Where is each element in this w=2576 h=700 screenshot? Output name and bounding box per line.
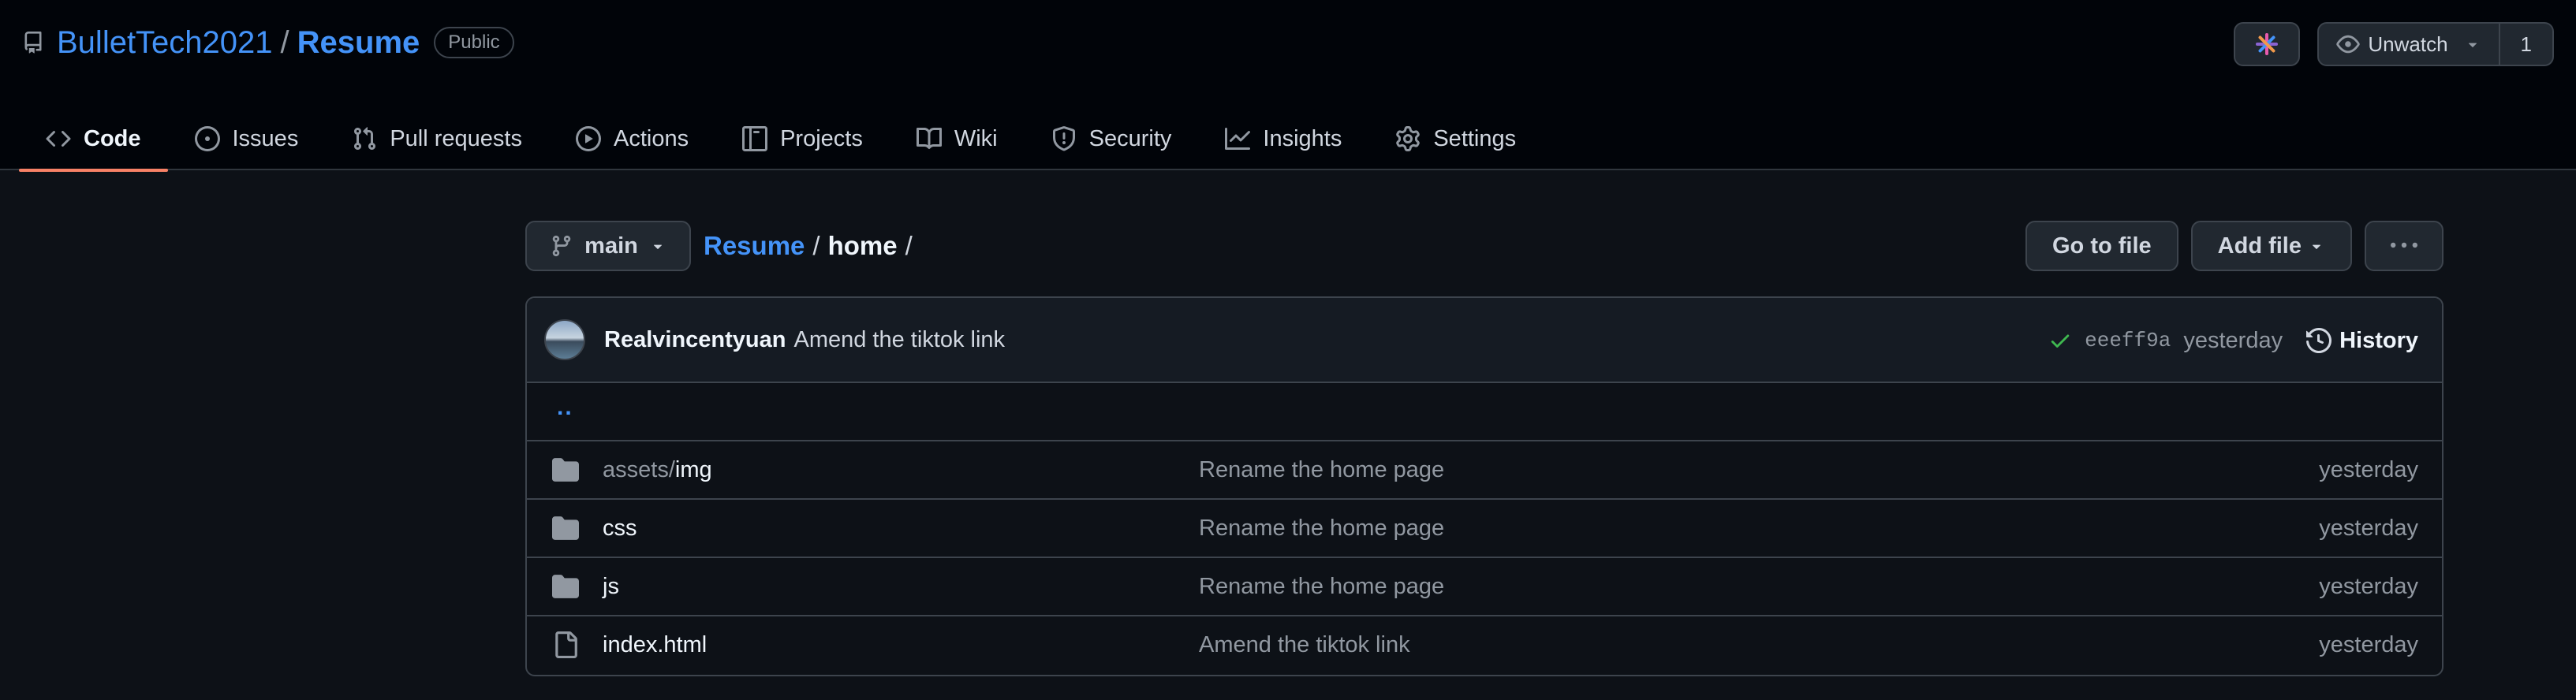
- pull-request-icon: [354, 127, 376, 151]
- tab-code[interactable]: Code: [19, 107, 168, 172]
- tab-projects[interactable]: Projects: [715, 107, 890, 170]
- tab-label: Code: [84, 125, 141, 151]
- file-commit-time: yesterday: [2319, 631, 2418, 657]
- tab-settings[interactable]: Settings: [1368, 107, 1543, 170]
- breadcrumb-current: home: [827, 231, 898, 260]
- repo-owner-link[interactable]: BulletTech2021: [57, 25, 273, 61]
- tab-pull-requests[interactable]: Pull requests: [325, 107, 549, 170]
- latest-commit-bar: Realvincentyuan Amend the tiktok link ee…: [527, 298, 2442, 383]
- tab-insights[interactable]: Insights: [1198, 107, 1368, 170]
- file-commit-time: yesterday: [2319, 456, 2418, 482]
- tab-label: Wiki: [954, 125, 998, 151]
- tab-label: Issues: [232, 125, 299, 151]
- tab-issues[interactable]: Issues: [168, 107, 326, 170]
- file-name-link[interactable]: css: [603, 516, 637, 542]
- caret-down-icon: [2312, 244, 2321, 249]
- more-options-button[interactable]: [2365, 221, 2443, 271]
- file-commit-time: yesterday: [2319, 573, 2418, 599]
- add-file-button[interactable]: Add file: [2190, 221, 2352, 271]
- file-commit-message[interactable]: Amend the tiktok link: [1199, 632, 1410, 658]
- file-name-link[interactable]: js: [603, 574, 619, 600]
- parent-directory-row[interactable]: ..: [527, 383, 2442, 440]
- file-name-link[interactable]: assets/img: [603, 457, 712, 483]
- table-row[interactable]: js Rename the home page yesterday: [527, 557, 2442, 615]
- tab-wiki[interactable]: Wiki: [890, 107, 1025, 170]
- breadcrumb-root-link[interactable]: Resume: [704, 231, 805, 261]
- repo-name-link[interactable]: Resume: [297, 25, 420, 61]
- parent-directory-link[interactable]: ..: [557, 394, 573, 421]
- tab-label: Pull requests: [390, 125, 522, 151]
- repo-actions: Unwatch 1: [2234, 22, 2554, 66]
- visibility-badge: Public: [434, 27, 514, 58]
- breadcrumb: Resume / home /: [704, 221, 913, 271]
- commit-message-link[interactable]: Amend the tiktok link: [793, 327, 1005, 353]
- check-icon[interactable]: [2048, 329, 2072, 352]
- file-name-prefix: assets/: [603, 456, 675, 482]
- eye-icon: [2336, 35, 2361, 54]
- table-row[interactable]: assets/img Rename the home page yesterda…: [527, 440, 2442, 498]
- repo-icon: [24, 32, 42, 54]
- branch-name: main: [584, 233, 638, 259]
- table-row[interactable]: css Rename the home page yesterday: [527, 498, 2442, 557]
- file-name: img: [674, 456, 712, 482]
- play-icon: [575, 126, 601, 151]
- watch-button-group: Unwatch 1: [2317, 22, 2554, 66]
- git-branch-icon: [552, 235, 571, 257]
- tab-label: Settings: [1433, 125, 1517, 151]
- kebab-horizontal-icon: [2391, 242, 2417, 248]
- file-commit-message[interactable]: Rename the home page: [1199, 574, 1444, 600]
- commit-sha-link[interactable]: eeeff9a: [2085, 329, 2171, 352]
- tab-label: Projects: [780, 125, 863, 151]
- tab-actions[interactable]: Actions: [549, 107, 715, 170]
- unwatch-button[interactable]: Unwatch: [2317, 22, 2500, 66]
- file-name-link[interactable]: index.html: [603, 632, 707, 658]
- commit-time: yesterday: [2183, 327, 2283, 353]
- history-button[interactable]: History: [2306, 328, 2418, 354]
- commit-author-link[interactable]: Realvincentyuan: [604, 327, 786, 353]
- file-commit-message[interactable]: Rename the home page: [1199, 457, 1444, 483]
- copilot-button[interactable]: [2234, 22, 2301, 66]
- table-row[interactable]: index.html Amend the tiktok link yesterd…: [527, 615, 2442, 673]
- tab-label: Security: [1088, 125, 1172, 151]
- add-file-label: Add file: [2217, 233, 2302, 259]
- go-to-file-button[interactable]: Go to file: [2025, 221, 2178, 271]
- graph-icon: [1225, 128, 1251, 150]
- repo-separator: /: [280, 24, 289, 60]
- tab-security[interactable]: Security: [1025, 107, 1199, 170]
- avatar[interactable]: [544, 319, 585, 360]
- repo-tabs: Code Issues Pull requests Actions Projec…: [19, 107, 1543, 172]
- file-actions: Go to file Add file: [2025, 221, 2443, 271]
- folder-icon: [552, 458, 579, 482]
- file-commit-message[interactable]: Rename the home page: [1199, 516, 1444, 542]
- breadcrumb-separator: /: [812, 231, 820, 260]
- book-icon: [916, 127, 942, 149]
- watchers-count[interactable]: 1: [2499, 22, 2554, 66]
- issue-circle-icon: [194, 126, 220, 151]
- copilot-sparkle-icon: [2256, 33, 2279, 55]
- file-commit-time: yesterday: [2319, 515, 2418, 541]
- folder-icon: [552, 516, 579, 540]
- file-toolbar: main Resume / home / Go to file Add file: [525, 221, 2443, 271]
- commit-meta: eeeff9a yesterday History: [2048, 298, 2418, 383]
- code-icon: [46, 130, 71, 147]
- table-icon: [742, 126, 768, 151]
- unwatch-label: Unwatch: [2368, 32, 2448, 56]
- file-browser: Realvincentyuan Amend the tiktok link ee…: [525, 296, 2443, 676]
- folder-icon: [552, 575, 579, 598]
- repo-title: BulletTech2021 / Resume Public: [22, 19, 514, 66]
- tab-label: Insights: [1263, 125, 1342, 151]
- gear-icon: [1396, 126, 1421, 151]
- shield-icon: [1052, 126, 1075, 151]
- history-label: History: [2339, 327, 2418, 353]
- repo-header: BulletTech2021 / Resume Public Unwatch 1…: [0, 0, 2576, 172]
- tab-label: Actions: [613, 125, 689, 151]
- caret-down-icon: [653, 244, 662, 249]
- file-icon: [555, 631, 577, 658]
- branch-selector[interactable]: main: [525, 221, 691, 271]
- history-icon: [2306, 328, 2332, 353]
- breadcrumb-trailing-separator: /: [905, 231, 913, 260]
- caret-down-icon: [2468, 43, 2477, 47]
